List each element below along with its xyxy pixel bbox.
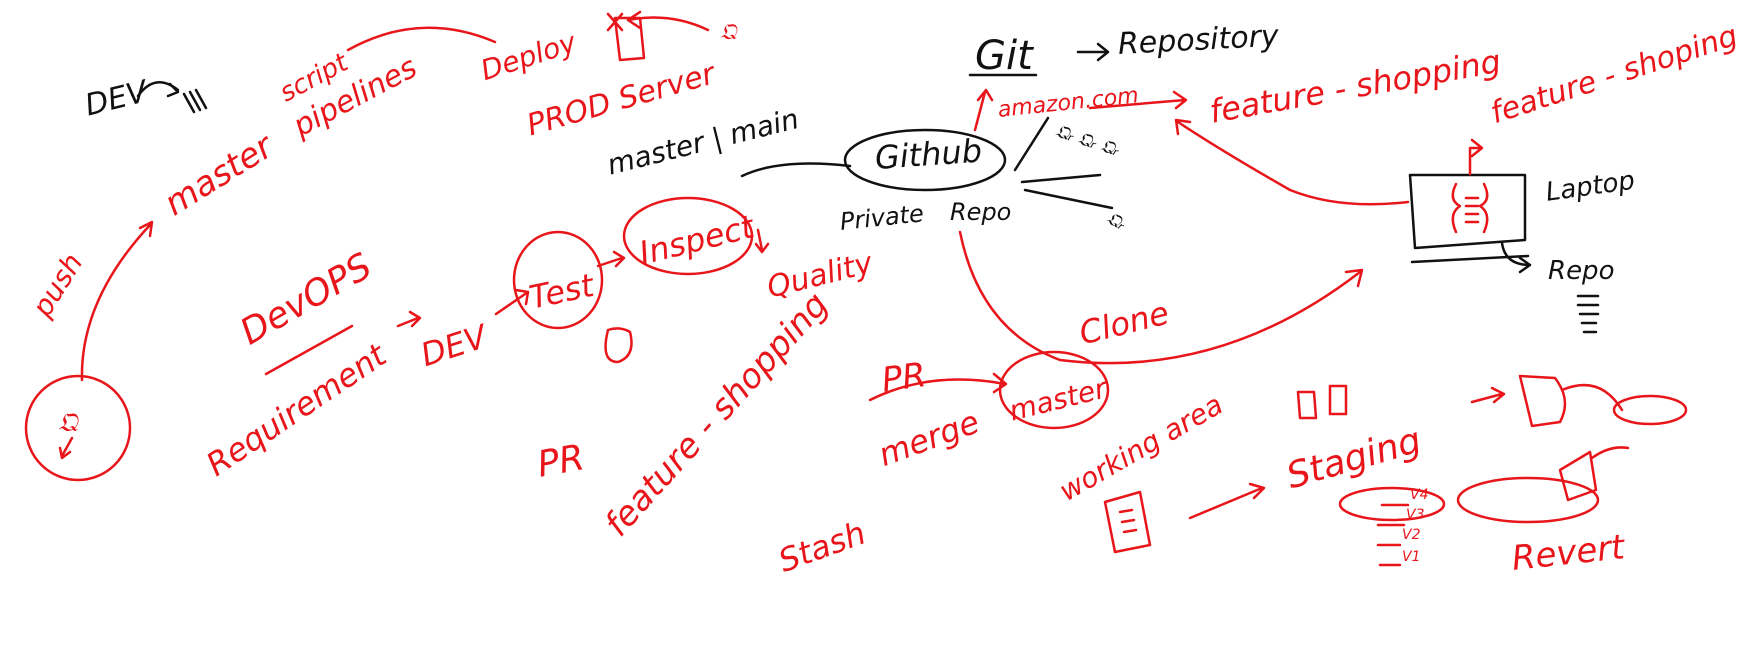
github-label: Github	[873, 131, 984, 177]
commit-repo-arc	[1560, 383, 1624, 412]
qa-glyph-left: 𝔔	[58, 408, 78, 438]
push-arrow	[80, 220, 154, 382]
repo-github-label: Repo	[950, 198, 1012, 226]
version-v3-label: V3	[1406, 507, 1425, 523]
repo-laptop-label: Repo	[1548, 256, 1615, 286]
version-v2-label: V2	[1402, 527, 1421, 543]
qa-circle-left	[24, 374, 132, 482]
version-v4-label: V4	[1410, 487, 1429, 503]
git-label: Git	[975, 33, 1033, 79]
inspect-quality-arrow	[754, 228, 770, 254]
repository-label: Repository	[1117, 18, 1280, 62]
whiteboard-canvas: DEV master | main Git Repository Github …	[0, 0, 1752, 657]
working-file-icon	[1103, 490, 1152, 554]
pr-label-left: PR	[534, 437, 588, 486]
github-amazon-arrow	[973, 88, 994, 132]
test-box	[604, 327, 633, 364]
master-to-github-line	[740, 162, 852, 178]
qa-small-arrow	[58, 436, 74, 460]
qa-glyph-prod: 𝔔	[720, 20, 737, 45]
revert-ellipse	[1456, 476, 1600, 524]
prod-server-icon	[606, 12, 646, 62]
staging-right-arrow	[1470, 386, 1506, 404]
laptop-github-arrow	[1174, 118, 1410, 206]
working-staging-arrow	[1188, 482, 1266, 520]
version-v1-label: V1	[1402, 549, 1421, 565]
dev-hatch-lines	[182, 88, 208, 114]
laptop-box	[1408, 173, 1527, 250]
staging-boxes	[1296, 384, 1348, 420]
laptop-file-icon	[1451, 182, 1489, 234]
pr-label-mid: PR	[879, 355, 929, 401]
pipeline-to-deploy-arc	[346, 26, 497, 52]
repo-ellipse-right	[1612, 394, 1688, 426]
git-repository-arrow	[1076, 42, 1110, 62]
req-dev-arrow	[396, 310, 422, 328]
repo-hatch-lines	[1576, 294, 1600, 334]
laptop-feature-arrow	[1468, 138, 1484, 176]
test-inspect-arrow	[596, 250, 626, 268]
commit-box	[1518, 374, 1567, 428]
